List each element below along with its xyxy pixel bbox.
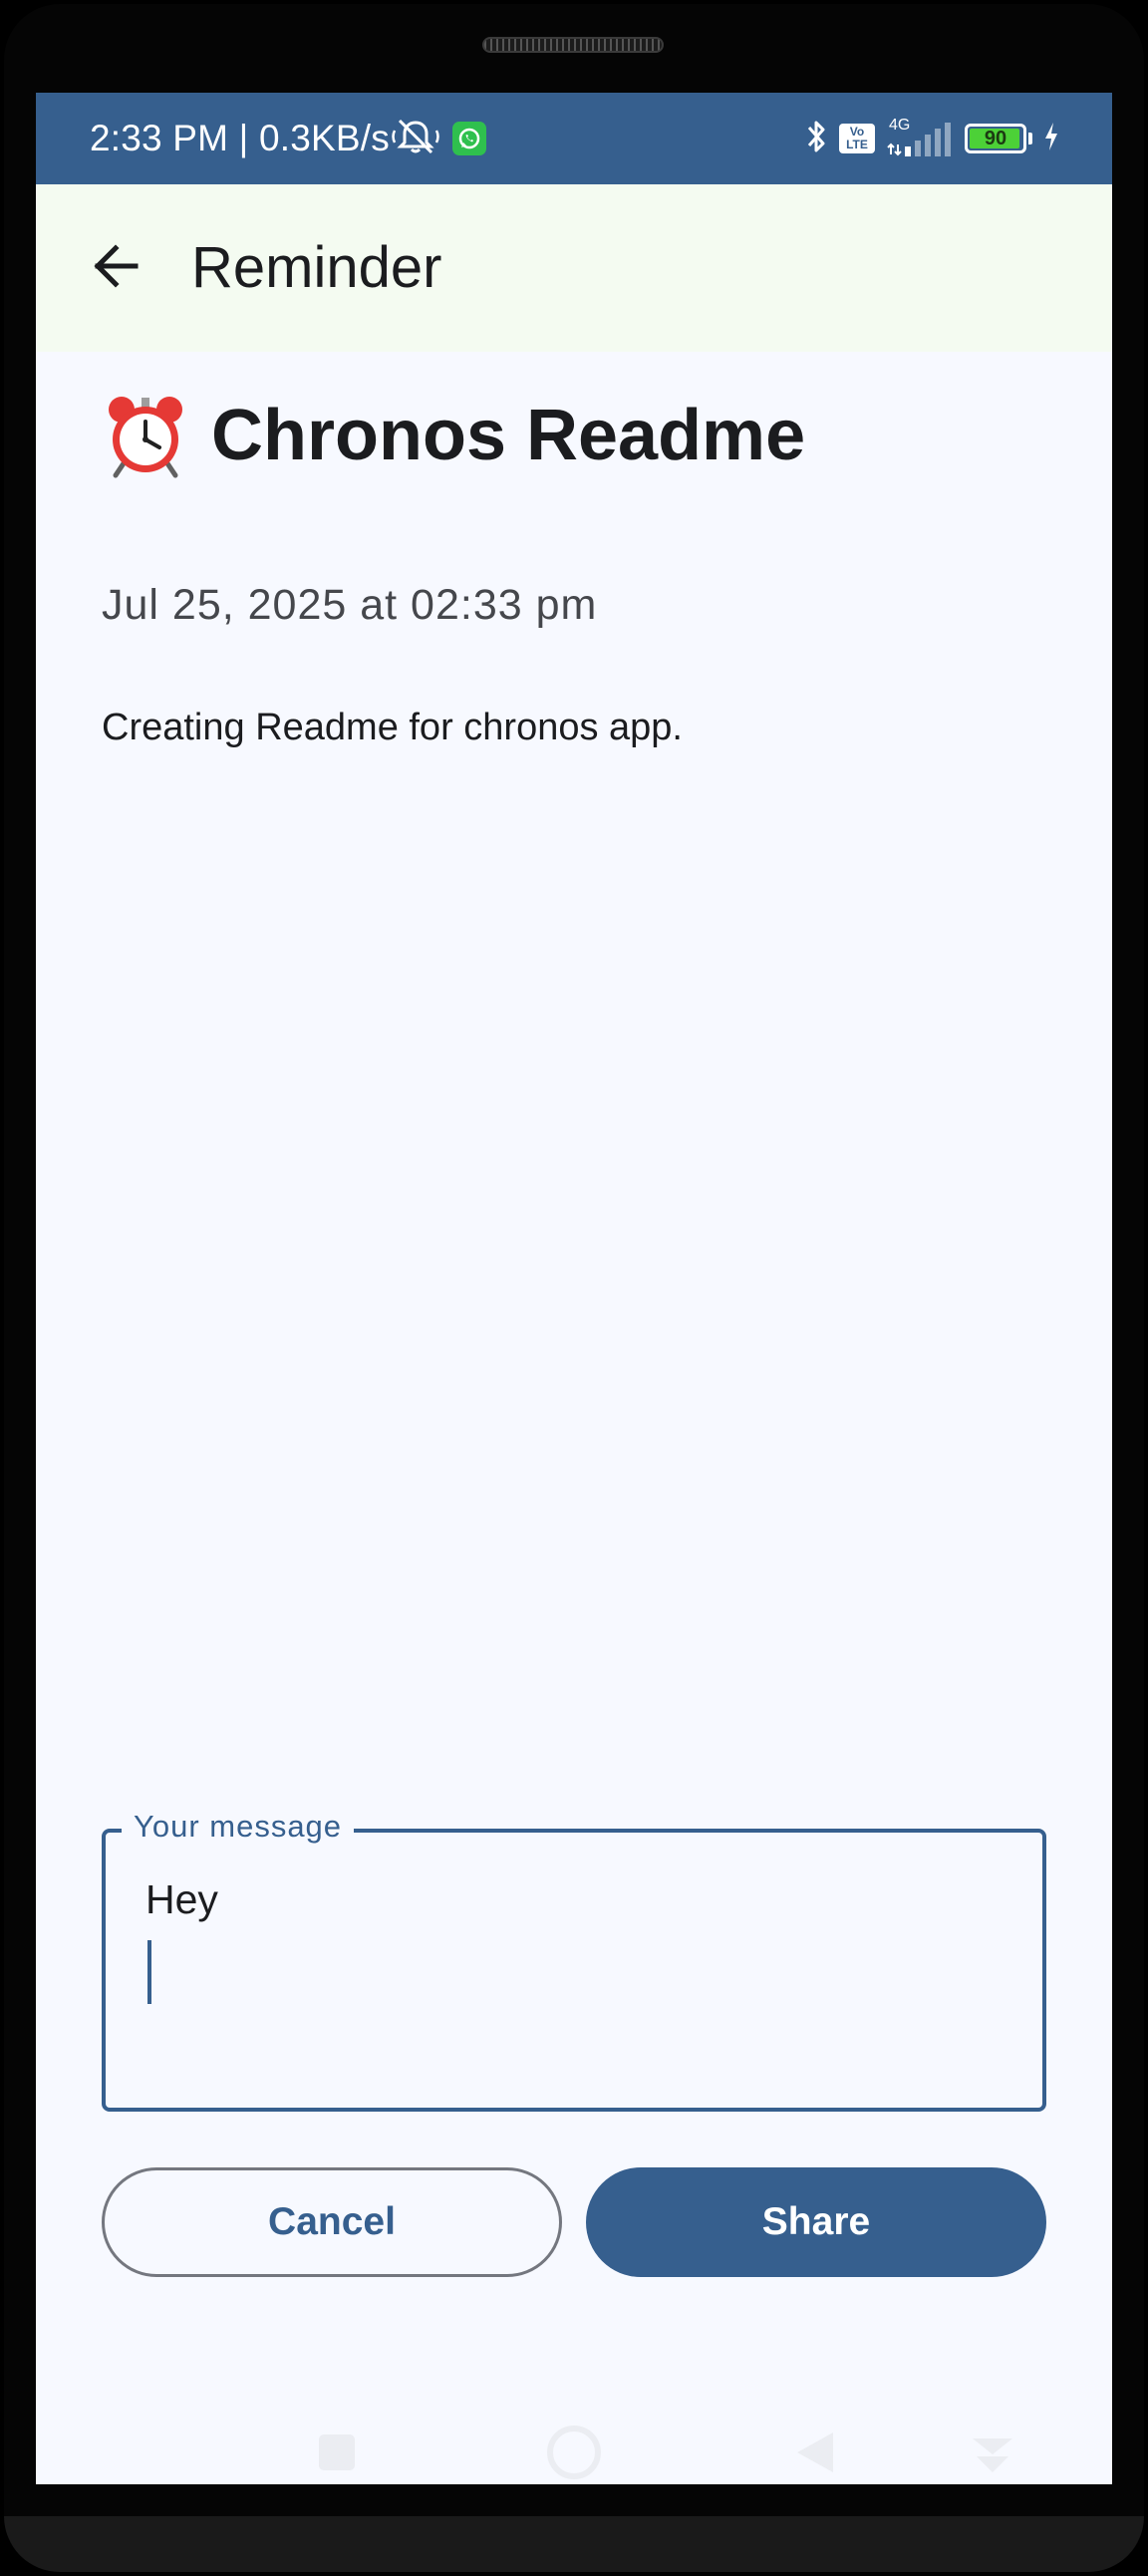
back-icon	[795, 2431, 835, 2479]
alarm-clock-icon	[102, 392, 189, 479]
app-bar: Reminder	[36, 184, 1112, 352]
earpiece-speaker	[482, 37, 664, 53]
signal-icon: 4G	[885, 117, 955, 158]
back-button[interactable]	[72, 224, 159, 312]
volte-icon: Vo LTE	[839, 124, 875, 153]
message-field-label: Your message	[122, 1809, 355, 1845]
whatsapp-icon	[452, 122, 486, 155]
recents-button[interactable]	[307, 2425, 367, 2484]
screen: 2:33 PM | 0.3KB/s Vo LTE 4G 90 Reminder …	[36, 93, 1112, 2484]
phone-chin	[4, 2516, 1144, 2572]
arrow-left-icon	[90, 240, 142, 297]
bluetooth-icon	[803, 117, 829, 161]
recents-icon	[317, 2433, 357, 2477]
accessibility-button[interactable]	[963, 2425, 1022, 2484]
share-button[interactable]: Share	[586, 2167, 1046, 2277]
reminder-date: Jul 25, 2025 at 02:33 pm	[102, 581, 598, 629]
home-button[interactable]	[544, 2425, 604, 2484]
home-icon	[546, 2425, 602, 2485]
message-field[interactable]: Your message Hey	[102, 1809, 1046, 2112]
battery-tip	[1028, 133, 1032, 144]
reminder-title-row: Chronos Readme	[102, 392, 805, 479]
text-cursor	[147, 1940, 151, 2004]
message-input-value[interactable]: Hey	[145, 1876, 218, 1923]
system-nav-bar	[36, 2425, 1112, 2484]
charging-icon	[1042, 121, 1060, 157]
app-bar-title: Reminder	[191, 235, 442, 300]
cancel-button[interactable]: Cancel	[102, 2167, 562, 2277]
reminder-description: Creating Readme for chronos app.	[102, 707, 683, 748]
battery-icon: 90	[965, 124, 1026, 153]
phone-frame: 2:33 PM | 0.3KB/s Vo LTE 4G 90 Reminder …	[0, 0, 1148, 2576]
status-bar: 2:33 PM | 0.3KB/s Vo LTE 4G 90	[36, 93, 1112, 184]
status-left-icons	[391, 115, 486, 162]
nav-back-button[interactable]	[785, 2425, 845, 2484]
mute-bell-icon	[391, 117, 440, 161]
volte-line2: LTE	[846, 138, 868, 151]
status-right-icons: Vo LTE 4G 90	[803, 115, 1060, 162]
reminder-title: Chronos Readme	[211, 396, 806, 475]
battery-level: 90	[984, 127, 1007, 149]
accessibility-icon	[971, 2431, 1014, 2479]
status-time: 2:33 PM | 0.3KB/s	[90, 118, 390, 158]
